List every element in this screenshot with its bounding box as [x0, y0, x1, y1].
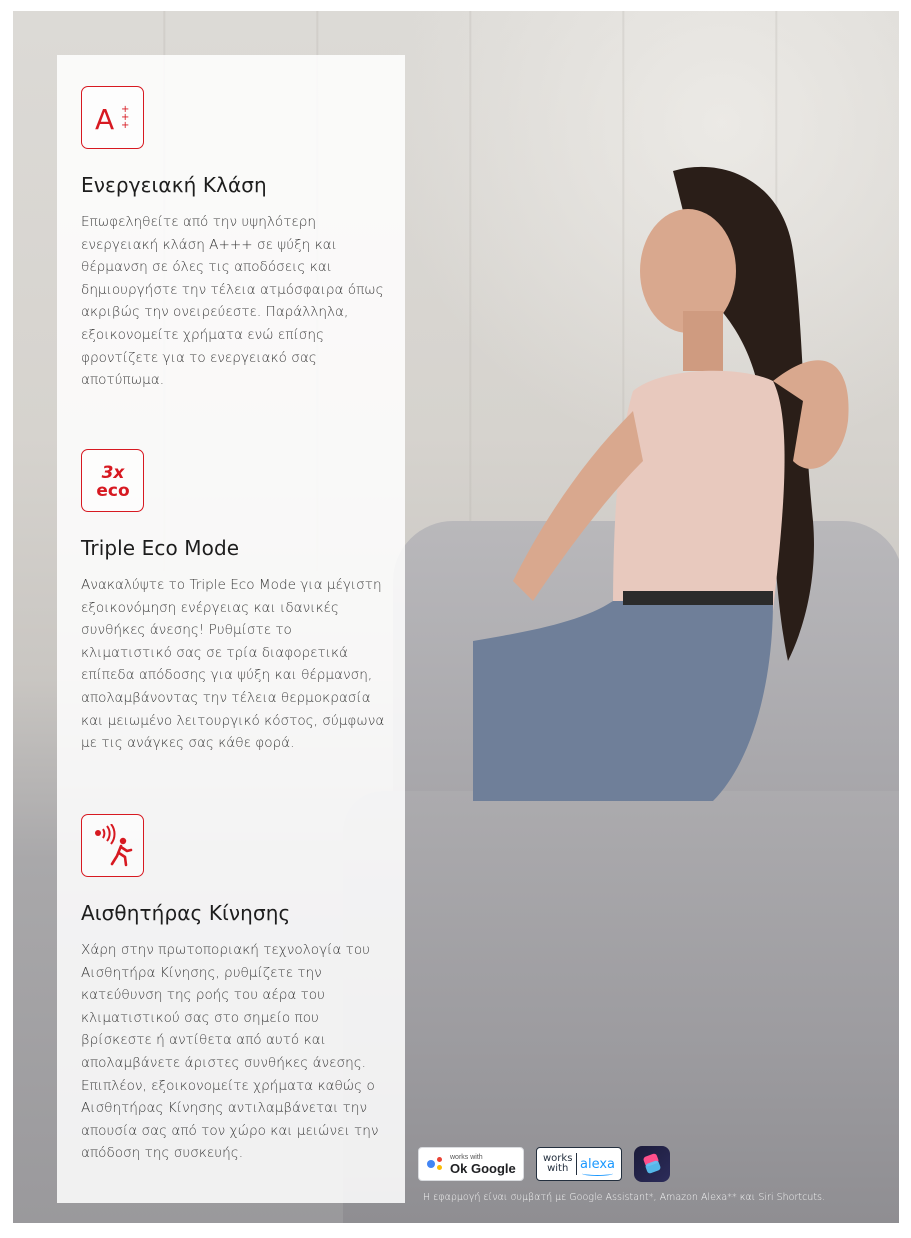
alexa-badge-name: alexa: [579, 1156, 615, 1176]
feature-triple-eco: 3x eco Triple Eco Mode Ανακαλύψτε το Tri…: [81, 449, 391, 755]
google-badge-big-text: Ok Google: [450, 1160, 516, 1176]
feature-description: Επωφεληθείτε από την υψηλότερη ενεργειακ…: [81, 214, 384, 389]
compatibility-footnote: Η εφαρμογή είναι συμβατή με Google Assis…: [423, 1192, 826, 1203]
energy-class-icon-letter: A: [95, 103, 114, 134]
svg-text:+: +: [121, 120, 129, 131]
feature-title: Αισθητήρας Κίνησης: [81, 901, 291, 925]
alexa-badge-divider: [575, 1153, 577, 1175]
energy-class-icon: A + + +: [81, 86, 144, 149]
compatibility-badges: works with Ok Google works with alexa: [418, 1146, 670, 1182]
google-badge-small-text: works with: [450, 1153, 483, 1161]
motion-sensor-icon: [81, 814, 144, 877]
woman-figure: [473, 161, 853, 801]
alexa-badge-with: with: [547, 1163, 569, 1174]
feature-description: Ανακαλύψτε το Triple Eco Mode για μέγιστ…: [81, 577, 385, 752]
siri-shortcuts-icon: [634, 1146, 670, 1182]
feature-title: Triple Eco Mode: [81, 536, 240, 560]
triple-eco-icon: 3x eco: [81, 449, 144, 512]
feature-energy-class: A + + + Ενεργειακή Κλάση Επωφεληθείτε από …: [81, 86, 391, 392]
svg-text:eco: eco: [96, 481, 129, 501]
feature-title: Ενεργειακή Κλάση: [81, 173, 267, 197]
google-assistant-icon: [427, 1157, 443, 1171]
google-assistant-badge: works with Ok Google: [418, 1147, 524, 1181]
amazon-alexa-badge: works with alexa: [536, 1147, 622, 1181]
feature-motion-sensor: Αισθητήρας Κίνησης Χάρη στην πρωτοποριακ…: [81, 814, 391, 1165]
feature-description: Χάρη στην πρωτοποριακή τεχνολογία του Αι…: [81, 942, 379, 1162]
svg-text:3x: 3x: [101, 463, 125, 483]
